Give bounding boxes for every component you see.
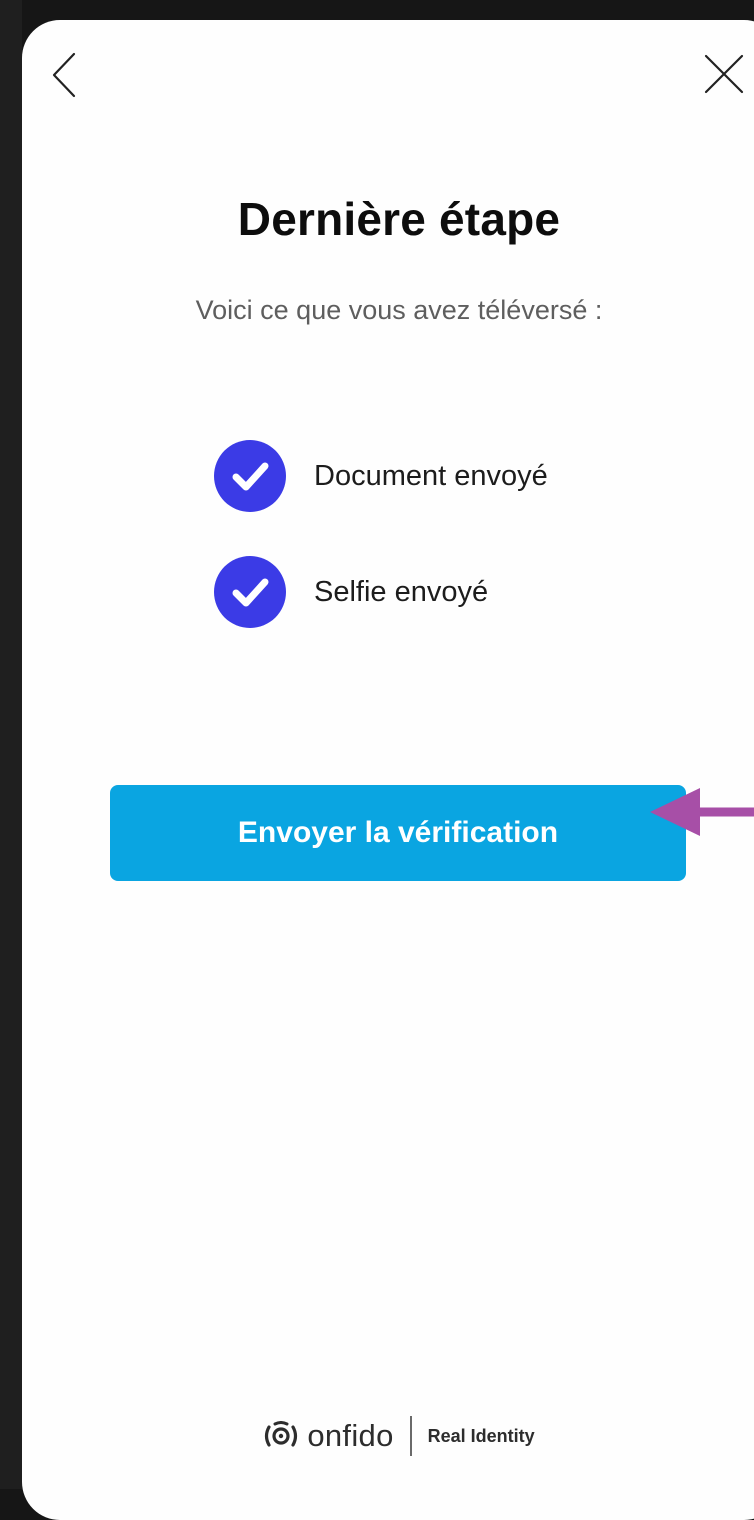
submit-verification-button[interactable]: Envoyer la vérification — [110, 785, 686, 881]
divider — [409, 1416, 412, 1456]
arrow-left-icon — [650, 788, 754, 836]
check-circle-icon — [214, 556, 286, 628]
chevron-left-icon — [52, 52, 76, 98]
page-subtitle: Voici ce que vous avez téléversé : — [195, 295, 603, 325]
footer-branding: onfido Real Identity — [22, 1412, 754, 1460]
device-frame — [0, 0, 22, 1489]
brand-name: onfido — [307, 1418, 394, 1453]
list-item: Selfie envoyé — [214, 556, 488, 628]
list-item: Document envoyé — [214, 440, 548, 512]
verification-screen: Dernière étape Voici ce que vous avez té… — [22, 20, 754, 1520]
brand-tagline: Real Identity — [427, 1425, 535, 1446]
close-button[interactable] — [702, 52, 746, 96]
check-circle-icon — [214, 440, 286, 512]
onfido-logo-icon — [265, 1421, 298, 1447]
close-icon — [704, 54, 744, 94]
selfie-sent-label: Selfie envoyé — [314, 575, 489, 608]
back-button[interactable] — [46, 50, 86, 100]
document-sent-label: Document envoyé — [314, 459, 548, 492]
page-title: Dernière étape — [237, 193, 561, 245]
